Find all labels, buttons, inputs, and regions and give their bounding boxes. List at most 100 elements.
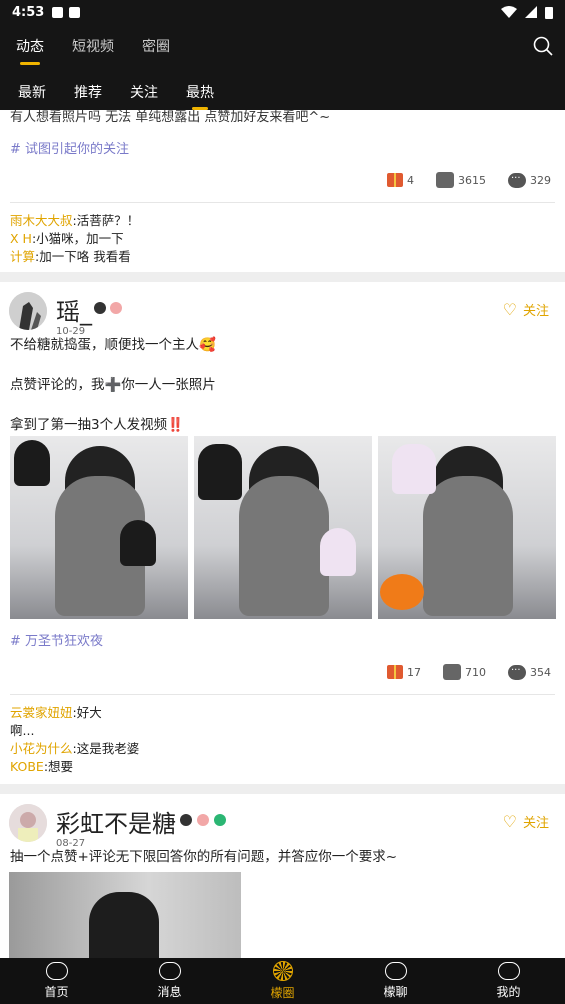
post-actions: 4 3615 329	[387, 172, 565, 188]
verified-badge-icon	[214, 814, 226, 826]
comment-count: 354	[530, 665, 551, 679]
nav-profile[interactable]: 我的	[452, 958, 565, 1004]
comment-icon	[508, 172, 526, 188]
like-icon	[443, 664, 461, 680]
post-topic[interactable]: # 试图引起你的关注	[10, 138, 129, 157]
wifi-icon	[501, 6, 517, 18]
comment-author[interactable]: 雨木大大叔	[10, 213, 73, 228]
post-photo[interactable]	[194, 436, 372, 619]
comment-author[interactable]: 计算	[10, 249, 35, 264]
home-icon	[45, 962, 68, 980]
nav-chat[interactable]: 檬聊	[339, 958, 452, 1004]
tab-hottest[interactable]: 最热	[186, 82, 214, 110]
post-topic[interactable]: # 万圣节狂欢夜	[10, 630, 103, 649]
comment-author[interactable]: 云裳家妞妞	[10, 705, 73, 720]
nav-label: 我的	[496, 985, 521, 999]
level-badge-icon	[94, 302, 106, 314]
like-count: 710	[465, 665, 486, 679]
profile-icon	[497, 962, 520, 980]
post-separator	[0, 784, 565, 794]
avatar[interactable]	[9, 804, 47, 842]
comment-icon	[508, 664, 526, 680]
post-line: 点赞评论的，我➕你一人一张照片	[10, 377, 216, 393]
app-header: 动态 短视频 密圈 最新 推荐 关注 最热	[0, 24, 565, 110]
search-icon[interactable]	[533, 36, 553, 56]
status-bar: 4:53	[0, 0, 565, 24]
comment-button[interactable]: 329	[508, 172, 551, 188]
follow-label: 关注	[522, 816, 549, 831]
comment: 小花为什么:这是我老婆	[10, 740, 139, 758]
follow-label: 关注	[522, 304, 549, 319]
like-button[interactable]: 710	[443, 664, 486, 680]
chat-icon	[384, 962, 407, 980]
username[interactable]: 瑶_	[56, 292, 92, 327]
nav-label: 消息	[157, 985, 182, 999]
gift-button[interactable]: 4	[387, 173, 414, 187]
ghost-sticker	[14, 440, 50, 486]
comment-list[interactable]: 雨木大大叔:活菩萨？！ X H:小猫咪，加一下 计算:加一下咯 我看看	[0, 212, 149, 266]
message-icon	[158, 962, 181, 980]
pumpkin-sticker	[380, 574, 424, 610]
heart-plus-icon: ♡	[502, 300, 517, 319]
post-text: 有人想看照片吗 无法 单纯想露出 点赞加好友来看吧^~	[10, 110, 331, 125]
comment-text: :加一下咯 我看看	[35, 249, 131, 264]
tab-following[interactable]: 关注	[130, 82, 158, 102]
post-photo[interactable]	[9, 872, 241, 958]
divider	[10, 202, 555, 203]
gift-count: 17	[407, 665, 421, 679]
tab-short-video[interactable]: 短视频	[72, 36, 114, 56]
tab-moments[interactable]: 动态	[16, 36, 44, 65]
follow-button[interactable]: ♡ 关注	[503, 812, 549, 831]
post-text: 不给糖就捣蛋，顺便找一个主人🥰 点赞评论的，我➕你一人一张照片 拿到了第一抽3个…	[0, 335, 226, 435]
comment: X H:小猫咪，加一下	[10, 230, 139, 248]
notification-icon	[52, 6, 64, 18]
gift-count: 4	[407, 173, 414, 187]
like-button[interactable]: 3615	[436, 172, 486, 188]
comment-author[interactable]: KOBE	[10, 759, 44, 774]
like-count: 3615	[458, 173, 486, 187]
comment-text: :好大	[72, 705, 102, 720]
level-badge-icon	[180, 814, 192, 826]
heart-plus-icon: ♡	[502, 812, 517, 831]
tab-private-circle[interactable]: 密圈	[142, 36, 170, 56]
comment-text: :小猫咪，加一下	[31, 231, 124, 246]
battery-icon	[545, 6, 553, 19]
gift-button[interactable]: 17	[387, 665, 421, 679]
comment-text: :这是我老婆	[72, 741, 140, 756]
avatar[interactable]	[9, 292, 47, 330]
comment: 计算:加一下咯 我看看	[10, 248, 139, 266]
post-line: 不给糖就捣蛋，顺便找一个主人🥰	[10, 337, 216, 353]
comment-author[interactable]: X H	[10, 231, 32, 246]
comment-text: 啊...	[10, 723, 35, 738]
gender-badge-icon	[110, 302, 122, 314]
post: 瑶_ 10-29 ♡ 关注 不给糖就捣蛋，顺便找一个主人🥰 点赞评论的，我➕你一…	[0, 282, 565, 784]
nav-messages[interactable]: 消息	[113, 958, 226, 1004]
gender-badge-icon	[197, 814, 209, 826]
nav-label: 檬圈	[270, 986, 295, 1000]
comment: 啊...	[10, 722, 139, 740]
photo-subject-body	[239, 476, 329, 616]
ghost-sticker	[320, 528, 356, 576]
tab-latest[interactable]: 最新	[18, 82, 46, 102]
photo-grid	[0, 436, 565, 619]
sub-tabs: 最新 推荐 关注 最热	[18, 82, 214, 110]
photo-subject	[89, 892, 159, 958]
tab-recommended[interactable]: 推荐	[74, 82, 102, 102]
status-time: 4:53	[12, 4, 45, 20]
nav-label: 首页	[44, 985, 69, 999]
username[interactable]: 彩虹不是糖	[56, 804, 176, 839]
comment-button[interactable]: 354	[508, 664, 551, 680]
nav-home[interactable]: 首页	[0, 958, 113, 1004]
comment-author[interactable]: 小花为什么	[10, 741, 73, 756]
post-photo[interactable]	[378, 436, 556, 619]
signal-icon	[525, 6, 537, 18]
comment: 云裳家妞妞:好大	[10, 704, 139, 722]
post-line: 拿到了第一抽3个人发视频‼️	[10, 417, 184, 433]
nav-circle[interactable]: 檬圈	[226, 958, 339, 1004]
post-photo[interactable]	[10, 436, 188, 619]
follow-button[interactable]: ♡ 关注	[503, 300, 549, 319]
comment: KOBE:想要	[10, 758, 139, 776]
divider	[10, 694, 555, 695]
feed[interactable]: 有人想看照片吗 无法 单纯想露出 点赞加好友来看吧^~ # 试图引起你的关注 4…	[0, 110, 565, 958]
comment-list[interactable]: 云裳家妞妞:好大 啊... 小花为什么:这是我老婆 KOBE:想要	[0, 704, 149, 776]
